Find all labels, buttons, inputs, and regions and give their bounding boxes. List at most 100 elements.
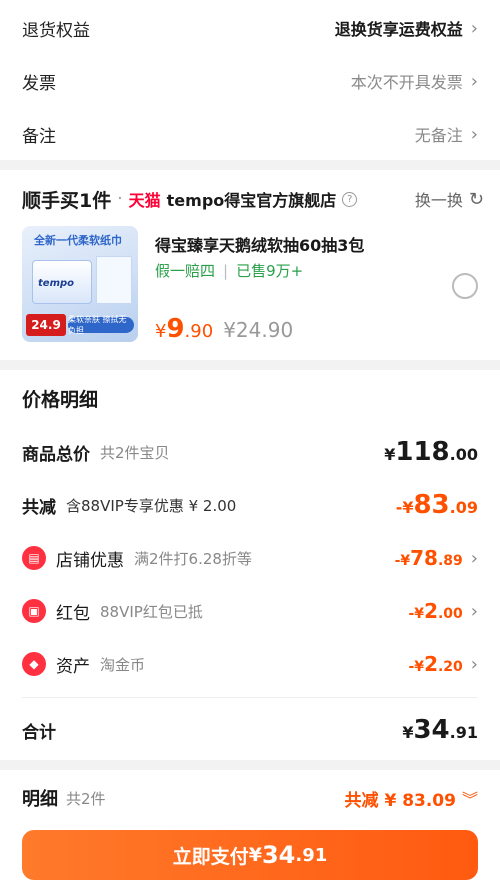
swap-label: 换一换 (414, 191, 463, 210)
addon-title-text: 顺手买1件 (22, 189, 112, 212)
remark-label: 备注 (22, 126, 56, 147)
product-current-price: ¥9.90 (155, 314, 213, 344)
assets-decimal: .20 (437, 659, 463, 675)
remark-value-text: 无备注 (414, 126, 463, 145)
total-reduce-integer: 83 (413, 490, 450, 520)
total-price-symbol: ¥ (384, 445, 396, 464)
addon-dot: · (117, 189, 123, 209)
remark-row[interactable]: 备注 无备注 › (22, 107, 478, 161)
redpacket-row[interactable]: ▣ 红包 88VIP红包已抵 -¥2.00 › (22, 591, 478, 631)
product-price: ¥9.90 ¥24.90 (155, 314, 293, 344)
pay-symbol: ¥ (248, 844, 262, 866)
detail-reduce-text: 共减 ¥ 83.09 (344, 790, 456, 811)
pay-integer: 34 (261, 841, 296, 869)
product-image-caption: 全新一代柔软纸巾 (34, 234, 122, 247)
addon-title: 顺手买1件 · 天猫 tempo得宝官方旗舰店 ? (22, 186, 358, 213)
total-reduce-sub: 含88VIP专享优惠 ¥ 2.00 (66, 496, 237, 515)
chevron-right-icon: › (470, 653, 478, 675)
addon-header: 顺手买1件 · 天猫 tempo得宝官方旗舰店 ? 换一换 ↻ (22, 184, 484, 214)
refresh-icon: ↻ (468, 188, 484, 210)
return-rights-label: 退货权益 (22, 20, 90, 41)
redpacket-label: 红包 (56, 603, 90, 624)
return-rights-value-text: 退换货享运费权益 (334, 20, 463, 39)
shop-discount-row[interactable]: ▤ 店铺优惠 满2件打6.28折等 -¥78.89 › (22, 538, 478, 578)
select-product-radio[interactable] (452, 273, 478, 299)
shop-discount-label: 店铺优惠 (56, 550, 124, 571)
shop-discount-sub: 满2件打6.28折等 (134, 549, 252, 568)
total-price-amount: ¥118.00 (384, 437, 478, 467)
detail-toggle-row[interactable]: 明细 共2件 共减 ¥ 83.09 ︾ (22, 782, 478, 814)
assets-amount: -¥2.20 (409, 652, 463, 676)
return-rights-row[interactable]: 退货权益 退换货享运费权益 › (22, 1, 478, 55)
tempo-logo: tempo (38, 278, 75, 289)
sum-label: 合计 (22, 722, 56, 743)
store-icon: ▤ (22, 546, 46, 570)
help-icon[interactable]: ? (342, 191, 358, 207)
return-rights-value: 退换货享运费权益 › (335, 16, 478, 40)
redpacket-symbol: -¥ (408, 606, 425, 622)
sum-decimal: .91 (449, 723, 478, 742)
total-price-decimal: .00 (449, 445, 478, 464)
assets-row[interactable]: ◆ 资产 淘金币 -¥2.20 › (22, 644, 478, 684)
chevron-right-icon: › (470, 547, 478, 569)
sum-integer: 34 (413, 715, 450, 745)
product-original-price: ¥24.90 (223, 318, 294, 342)
redpacket-amount: -¥2.00 (409, 599, 463, 623)
product-image[interactable]: 全新一代柔软纸巾 tempo 24.9 柔软亲肤 擦拭无负担 (22, 226, 138, 342)
redpacket-sub: 88VIP红包已抵 (100, 602, 203, 621)
total-price-sub: 共2件宝贝 (100, 443, 170, 462)
product-tags: 假一赔四 | 已售9万+ (155, 260, 303, 281)
detail-count: 共2件 (66, 789, 106, 808)
price-integer: 9 (166, 314, 185, 344)
swap-button[interactable]: 换一换 ↻ (415, 187, 484, 211)
shop-name[interactable]: tempo得宝官方旗舰店 (167, 187, 337, 211)
sum-amount: ¥34.91 (402, 715, 478, 745)
tmall-logo: 天猫 (128, 191, 161, 210)
redpacket-integer: 2 (424, 599, 438, 623)
tissue-side-graphic (96, 256, 132, 304)
divider (22, 697, 478, 698)
chevron-right-icon: › (470, 600, 478, 622)
chevron-right-icon: › (470, 123, 478, 145)
product-tag-guarantee: 假一赔四 (155, 262, 216, 280)
invoice-row[interactable]: 发票 本次不开具发票 › (22, 54, 478, 108)
total-reduce-amount: -¥83.09 (396, 490, 478, 520)
total-reduce-decimal: .09 (449, 498, 478, 517)
price-decimal: .90 (184, 321, 214, 342)
checkout-bar: 明细 共2件 共减 ¥ 83.09 ︾ 立即支付 ¥34.91 (0, 770, 500, 890)
invoice-value-text: 本次不开具发票 (350, 73, 463, 92)
total-reduce-row: 共减 含88VIP专享优惠 ¥ 2.00 -¥83.09 (22, 485, 478, 525)
product-image-price: 24.9 (26, 314, 66, 336)
product-name[interactable]: 得宝臻享天鹅绒软抽60抽3包 (155, 232, 364, 256)
shop-discount-integer: 78 (410, 546, 438, 570)
assets-symbol: -¥ (408, 659, 425, 675)
sum-row: 合计 ¥34.91 (22, 710, 478, 750)
redpacket-decimal: .00 (437, 606, 463, 622)
tag-separator: | (223, 261, 229, 280)
shop-discount-decimal: .89 (437, 553, 463, 569)
shop-discount-symbol: -¥ (394, 553, 411, 569)
assets-integer: 2 (424, 652, 438, 676)
pay-now-button[interactable]: 立即支付 ¥34.91 (22, 830, 478, 880)
total-price-row: 商品总价 共2件宝贝 ¥118.00 (22, 432, 478, 472)
price-symbol: ¥ (155, 321, 167, 342)
shop-discount-amount: -¥78.89 (395, 546, 463, 570)
price-detail-card: 价格明细 商品总价 共2件宝贝 ¥118.00 共减 含88VIP专享优惠 ¥ … (0, 370, 500, 760)
chevron-right-icon: › (470, 70, 478, 92)
red-packet-icon: ▣ (22, 599, 46, 623)
sum-symbol: ¥ (402, 723, 414, 742)
chevron-right-icon: › (470, 17, 478, 39)
assets-sub: 淘金币 (100, 655, 146, 674)
double-chevron-down-icon: ︾ (461, 790, 478, 809)
total-reduce-label: 共减 (22, 497, 56, 518)
total-reduce-symbol: -¥ (395, 498, 414, 517)
total-price-integer: 118 (395, 437, 450, 467)
detail-label: 明细 (22, 789, 58, 810)
coin-tag-icon: ◆ (22, 652, 46, 676)
invoice-label: 发票 (22, 73, 56, 94)
assets-label: 资产 (56, 656, 90, 677)
total-price-label: 商品总价 (22, 444, 90, 465)
pay-label: 立即支付 (172, 845, 249, 868)
detail-reduce[interactable]: 共减 ¥ 83.09 ︾ (345, 786, 478, 811)
price-detail-title: 价格明细 (22, 389, 99, 411)
